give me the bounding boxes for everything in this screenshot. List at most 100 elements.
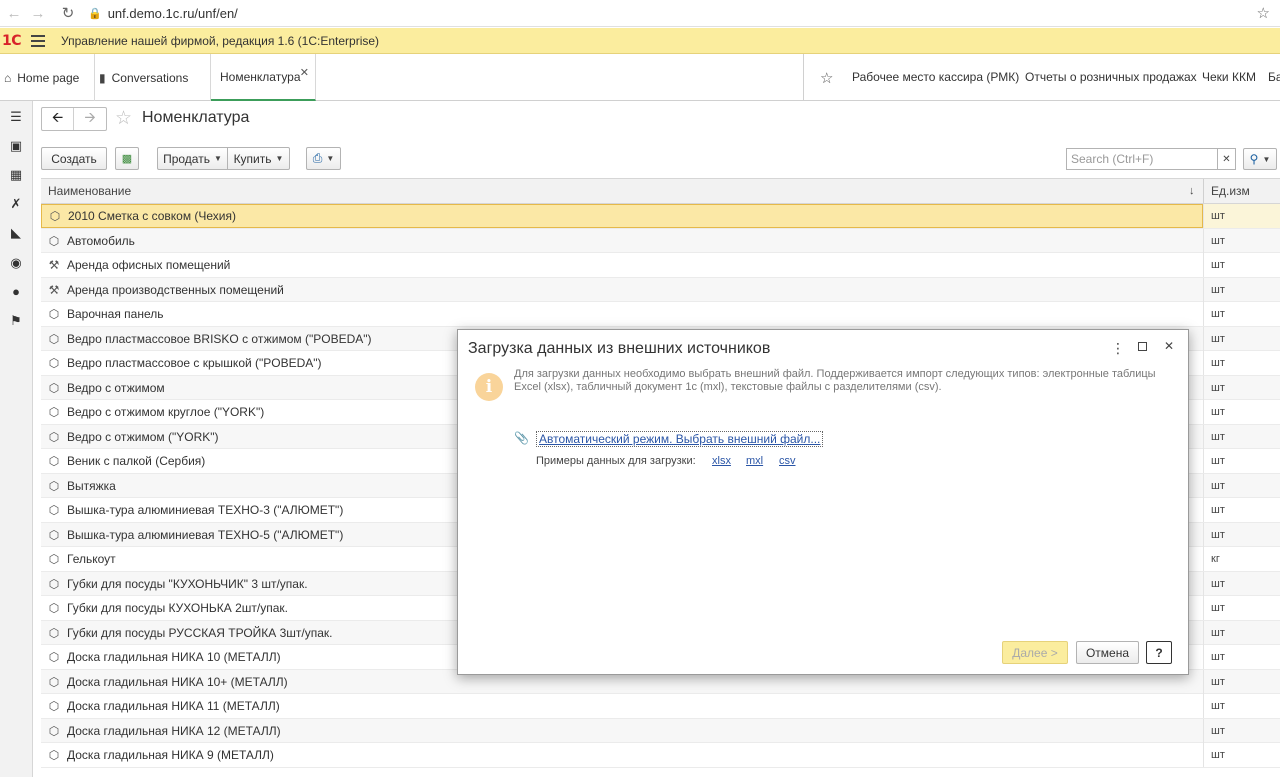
app-logo: 1С (2, 32, 22, 49)
load-from-file-button[interactable]: ▩ (115, 147, 139, 170)
table-row[interactable]: ⬡ Автомобиль шт (41, 228, 1280, 253)
close-icon[interactable]: ✕ (1164, 339, 1174, 353)
cell-unit[interactable]: шт (1203, 718, 1280, 743)
table-row[interactable]: ⬡ Доска гладильная НИКА 9 (МЕТАЛЛ) шт (41, 743, 1280, 768)
favorite-link-more[interactable]: Ба (1268, 70, 1280, 84)
cell-unit[interactable]: шт (1203, 498, 1280, 522)
cart-icon[interactable]: ▦ (6, 165, 26, 185)
users-icon[interactable]: ● (6, 282, 26, 302)
cancel-button[interactable]: Отмена (1076, 641, 1139, 664)
cell-unit[interactable]: шт (1203, 351, 1280, 375)
favorites-star-icon[interactable]: ☆ (820, 69, 833, 87)
clear-search-icon[interactable]: ✕ (1217, 148, 1236, 170)
column-divider[interactable] (1203, 179, 1204, 203)
column-header-name[interactable]: Наименование (48, 179, 131, 203)
search-input[interactable]: Search (Ctrl+F) (1066, 148, 1218, 170)
close-icon[interactable]: ✕ (300, 66, 309, 79)
caret-down-icon: ▼ (213, 154, 222, 163)
tab-conversations[interactable]: ▮ Conversations (95, 54, 211, 101)
browser-reload-button[interactable]: ↻ (56, 1, 80, 25)
browser-forward-button[interactable]: → (26, 1, 50, 25)
forward-button[interactable]: 🡪 (74, 108, 106, 130)
buy-dropdown-button[interactable]: Купить ▼ (227, 147, 290, 170)
cell-unit[interactable]: шт (1203, 473, 1280, 498)
cell-unit[interactable]: шт (1203, 571, 1280, 596)
cell-unit[interactable]: шт (1203, 277, 1280, 302)
cell-unit[interactable]: шт (1203, 743, 1280, 767)
example-mxl-link[interactable]: mxl (746, 455, 763, 467)
browser-back-button[interactable]: ← (2, 1, 26, 25)
maximize-icon[interactable] (1138, 342, 1147, 351)
example-xlsx-link[interactable]: xlsx (712, 455, 731, 467)
tools-icon: ⚒ (48, 282, 60, 297)
cell-unit[interactable]: шт (1203, 596, 1280, 620)
create-button[interactable]: Создать (41, 147, 107, 170)
box-icon: ⬡ (48, 331, 60, 346)
add-to-favorites-icon[interactable]: ☆ (115, 107, 132, 130)
cell-unit[interactable]: шт (1203, 253, 1280, 277)
store-icon[interactable]: ▣ (6, 136, 26, 156)
tab-home-page[interactable]: ⌂ Home page (0, 54, 95, 101)
info-icon: i (475, 373, 503, 401)
main-menu-icon[interactable] (31, 34, 46, 47)
table-row[interactable]: ⚒ Аренда производственных помещений шт (41, 277, 1280, 302)
cell-unit[interactable]: шт (1203, 302, 1280, 326)
cell-unit[interactable]: шт (1203, 228, 1280, 253)
box-icon: ⬡ (48, 307, 60, 321)
cell-unit[interactable]: шт (1203, 424, 1280, 449)
more-options-icon[interactable]: ⋮ (1111, 340, 1125, 357)
cell-name[interactable]: ⚒ Аренда офисных помещений (41, 253, 1203, 277)
sell-dropdown-button[interactable]: Продать ▼ (157, 147, 228, 170)
table-row[interactable]: ⬡ Варочная панель шт (41, 302, 1280, 327)
box-icon: ⬡ (48, 429, 60, 444)
table-row[interactable]: ⬡ 2010 Сметка с совком (Чехия) шт (41, 204, 1280, 229)
flag-icon[interactable]: ⚑ (6, 311, 26, 331)
cell-name[interactable]: ⬡ Варочная панель (41, 302, 1203, 326)
cell-unit[interactable]: кг (1203, 547, 1280, 571)
help-button[interactable]: ? (1146, 641, 1172, 664)
cell-name[interactable]: ⬡ Доска гладильная НИКА 12 (МЕТАЛЛ) (41, 719, 1203, 743)
item-name: Ведро с отжимом (67, 380, 165, 395)
tools-icon[interactable]: ✗ (6, 194, 26, 214)
favorite-link-cashier[interactable]: Рабочее место кассира (РМК) (852, 70, 1019, 84)
print-dropdown-button[interactable]: ⎙ ▼ (306, 147, 341, 170)
tab-nomenclature[interactable]: Номенклатура ✕ (211, 54, 316, 101)
box-icon: ⬡ (48, 748, 60, 762)
box-icon: ⬡ (48, 625, 60, 640)
favorite-link-receipts[interactable]: Чеки ККМ (1202, 70, 1256, 84)
cell-unit[interactable]: шт (1203, 400, 1280, 424)
cell-unit[interactable]: шт (1203, 694, 1280, 718)
column-header-unit[interactable]: Ед.изм (1211, 179, 1250, 203)
cell-unit[interactable]: шт (1203, 645, 1280, 669)
money-icon[interactable]: ◉ (6, 253, 26, 273)
dialog-title: Загрузка данных из внешних источников (468, 340, 771, 357)
cell-unit[interactable]: шт (1203, 669, 1280, 694)
cell-name[interactable]: ⬡ Доска гладильная НИКА 9 (МЕТАЛЛ) (41, 743, 1203, 767)
buy-label: Купить (233, 151, 272, 166)
box-icon: ⬡ (48, 650, 60, 664)
address-bar[interactable]: unf.demo.1c.ru/unf/en/ (108, 6, 238, 21)
cell-name[interactable]: ⚒ Аренда производственных помещений (41, 278, 1203, 302)
table-row[interactable]: ⬡ Доска гладильная НИКА 12 (МЕТАЛЛ) шт (41, 718, 1280, 743)
cell-unit[interactable]: шт (1203, 204, 1280, 228)
item-name: Доска гладильная НИКА 12 (МЕТАЛЛ) (67, 723, 281, 738)
cell-name[interactable]: ⬡ 2010 Сметка с совком (Чехия) (41, 204, 1203, 228)
bookmark-star-icon[interactable]: ☆ (1257, 4, 1270, 22)
cell-unit[interactable]: шт (1203, 449, 1280, 473)
favorite-link-retail-reports[interactable]: Отчеты о розничных продажах (1025, 70, 1197, 84)
select-file-link[interactable]: Автоматический режим. Выбрать внешний фа… (536, 431, 824, 447)
cell-name[interactable]: ⬡ Доска гладильная НИКА 11 (МЕТАЛЛ) (41, 694, 1203, 718)
table-row[interactable]: ⬡ Доска гладильная НИКА 11 (МЕТАЛЛ) шт (41, 694, 1280, 719)
next-button[interactable]: Далее > (1002, 641, 1068, 664)
cell-unit[interactable]: шт (1203, 522, 1280, 547)
factory-icon[interactable]: ◣ (6, 223, 26, 243)
menu-list-icon[interactable]: ☰ (6, 107, 26, 127)
cell-name[interactable]: ⬡ Автомобиль (41, 229, 1203, 253)
cell-unit[interactable]: шт (1203, 375, 1280, 400)
table-row[interactable]: ⚒ Аренда офисных помещений шт (41, 253, 1280, 278)
search-dropdown-button[interactable]: ⚲ ▼ (1243, 148, 1277, 170)
example-csv-link[interactable]: csv (779, 455, 796, 467)
cell-unit[interactable]: шт (1203, 326, 1280, 351)
cell-unit[interactable]: шт (1203, 620, 1280, 645)
back-button[interactable]: 🡨 (42, 108, 74, 130)
